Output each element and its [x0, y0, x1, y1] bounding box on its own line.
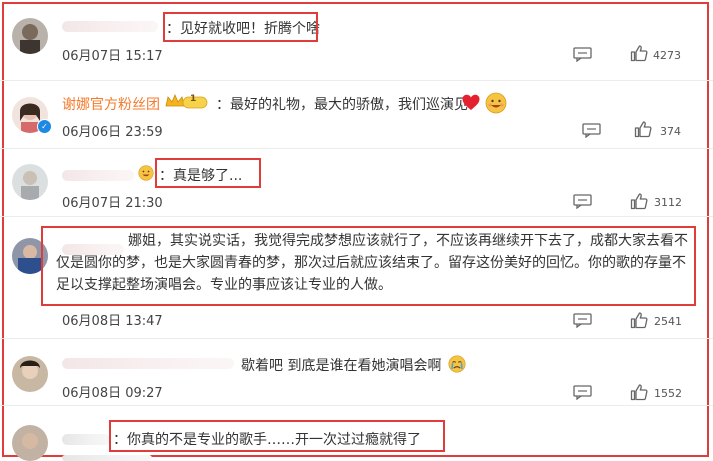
- comment-item: 谢娜官方粉丝团 1 ：最好的礼物，最大的骄傲，我们巡演见 06月06日 23:5…: [0, 80, 713, 150]
- comment-icon[interactable]: [573, 194, 592, 209]
- blurred-username: [62, 358, 234, 369]
- comment-text: ：最好的礼物，最大的骄傲，我们巡演见: [216, 97, 468, 113]
- comment-item: ：你真的不是专业的歌手……开一次过过瘾就得了: [0, 405, 713, 461]
- blurred-username: [62, 21, 158, 32]
- comment-item: ：真是够了... 06月07日 21:30 3112: [0, 148, 713, 218]
- comment-icon[interactable]: [573, 385, 592, 400]
- comment-time: 06月07日 21:30: [62, 196, 163, 211]
- thumbs-up-icon[interactable]: [630, 311, 648, 329]
- grinning-emoji: [138, 165, 154, 181]
- grinning-emoji: [485, 92, 507, 114]
- like-count: 3112: [654, 196, 682, 209]
- avatar[interactable]: [12, 356, 48, 392]
- blurred-timestamp: [62, 455, 152, 461]
- comment-text: 歇着吧 到底是谁在看她演唱会啊: [241, 358, 442, 374]
- comment-icon[interactable]: [573, 313, 592, 328]
- thumbs-up-icon[interactable]: [634, 120, 652, 138]
- vip-level: 1: [190, 94, 197, 104]
- red-heart-emoji: [462, 94, 480, 110]
- like-count: 4273: [653, 49, 681, 62]
- thumbs-up-icon[interactable]: [630, 192, 648, 210]
- comment-time: 06月07日 15:17: [62, 49, 163, 64]
- highlight-box: [41, 226, 696, 306]
- highlight-box: [155, 158, 261, 188]
- comment-icon[interactable]: [582, 123, 601, 138]
- vip-crown-badge: [165, 93, 208, 109]
- like-count: 2541: [654, 315, 682, 328]
- avatar[interactable]: [12, 425, 48, 461]
- comment-time: 06月08日 13:47: [62, 314, 163, 329]
- avatar[interactable]: [12, 18, 48, 54]
- comment-item: ：见好就收吧！折腾个啥 06月07日 15:17 4273: [0, 0, 713, 78]
- highlight-box: [109, 420, 445, 452]
- avatar[interactable]: [12, 164, 48, 200]
- comment-item: 歇着吧 到底是谁在看她演唱会啊 06月08日 09:27 1552: [0, 338, 713, 406]
- comment-time: 06月08日 09:27: [62, 386, 163, 401]
- comment-icon[interactable]: [573, 47, 592, 62]
- thumbs-up-icon[interactable]: [630, 383, 648, 401]
- comment-item: 娜姐，其实说实话，我觉得完成梦想应该就行了，不应该再继续开下去了，成都大家去看不…: [0, 216, 713, 340]
- blurred-username: [62, 434, 110, 445]
- like-count: 1552: [654, 387, 682, 400]
- crying-emoji: [448, 355, 466, 373]
- thumbs-up-icon[interactable]: [630, 44, 648, 62]
- blurred-username: [62, 170, 134, 181]
- verified-badge: ✓: [37, 119, 52, 134]
- comment-time: 06月06日 23:59: [62, 125, 163, 140]
- like-count: 374: [660, 125, 681, 138]
- fan-club-name[interactable]: 谢娜官方粉丝团: [62, 94, 160, 114]
- highlight-box: [163, 12, 318, 42]
